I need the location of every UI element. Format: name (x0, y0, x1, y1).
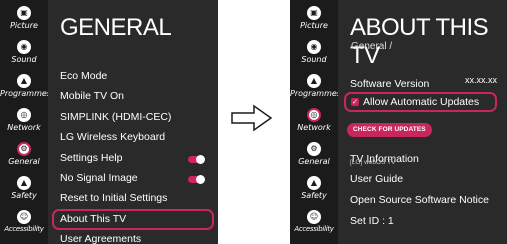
menu-item-simplink-hdmi-cec[interactable]: SIMPLINK (HDMI-CEC) (52, 107, 214, 128)
arrow-right-icon (231, 104, 273, 132)
programmes-icon: ▲ (17, 74, 31, 88)
menu-item-user-agreements[interactable]: User Agreements (52, 229, 214, 244)
sidebar-item-programmes[interactable]: ▲ Programmes (290, 74, 341, 104)
software-version-row: Software Version xx.xx.xx (350, 74, 501, 92)
sidebar-item-sound[interactable]: ◉ Sound (290, 40, 338, 70)
page-title: GENERAL (60, 14, 172, 41)
menu-item-label: SIMPLINK (HDMI-CEC) (60, 110, 172, 123)
accessibility-icon: ☺ (307, 210, 321, 224)
check-for-updates-button[interactable]: CHECK FOR UPDATES (347, 123, 432, 137)
sidebar-item-accessibility[interactable]: ☺ Accessibility (0, 210, 48, 240)
sidebar-item-programmes[interactable]: ▲ Programmes (0, 74, 51, 104)
sidebar-item-label: Programmes (290, 89, 341, 98)
sidebar-item-label: Accessibility (294, 225, 334, 233)
sidebar-item-network[interactable]: ◎ Network (290, 108, 338, 138)
sidebar-item-label: Picture (10, 21, 38, 30)
sidebar-item-label: Picture (300, 21, 328, 30)
settings-sidebar: ▣ Picture ◉ Sound ▲ Programmes ◎ Network ⚙ Genera… (0, 0, 51, 244)
sound-icon: ◉ (17, 40, 31, 54)
sidebar-item-label: Network (297, 123, 331, 132)
open-source-notice-item[interactable]: Open Source Software Notice (350, 190, 501, 208)
menu-item-label: About This TV (60, 212, 127, 225)
checkmark-icon[interactable]: ✓ (351, 98, 359, 106)
sidebar-item-network[interactable]: ◎ Network (0, 108, 48, 138)
general-icon: ⚙ (307, 142, 321, 156)
menu-item-label: Reset to Initial Settings (60, 192, 168, 205)
network-icon: ◎ (307, 108, 321, 122)
safety-icon: ▲ (17, 176, 31, 190)
sidebar-item-general[interactable]: ⚙ General (0, 142, 48, 172)
about-panel: ABOUT THIS TV General / Software Version… (338, 0, 507, 244)
toggle-switch[interactable] (188, 175, 205, 184)
software-version-value: xx.xx.xx (464, 75, 497, 85)
menu-item-reset-to-initial-settings[interactable]: Reset to Initial Settings (52, 188, 214, 209)
sidebar-item-label: Sound (301, 55, 327, 64)
menu-item-label: Eco Mode (60, 70, 108, 82)
sidebar-item-general[interactable]: ⚙ General (290, 142, 338, 172)
sidebar-item-sound[interactable]: ◉ Sound (0, 40, 48, 70)
sound-icon: ◉ (307, 40, 321, 54)
user-guide-item[interactable]: User Guide (350, 169, 501, 187)
sidebar-item-label: Programmes (0, 89, 51, 98)
accessibility-icon: ☺ (17, 210, 31, 224)
sidebar-item-label: Safety (11, 191, 37, 200)
menu-item-eco-mode[interactable]: Eco Mode (52, 66, 214, 87)
allow-automatic-updates-option[interactable]: ✓ Allow Automatic Updates (344, 92, 497, 112)
sidebar-item-label: Network (7, 123, 41, 132)
set-id-item[interactable]: Set ID : 1 (350, 211, 501, 229)
general-menu-panel: GENERAL Eco Mode Mobile TV On SIMPLINK (HD… (48, 0, 218, 244)
programmes-icon: ▲ (307, 74, 321, 88)
network-icon: ◎ (17, 108, 31, 122)
menu-item-settings-help[interactable]: Settings Help (52, 148, 214, 169)
menu-item-label: Settings Help (60, 151, 123, 164)
menu-item-label: User Agreements (60, 233, 142, 244)
set-id-label: Set ID : 1 (350, 215, 394, 227)
webos-tv-label: [LG] webOS TV (350, 159, 396, 166)
picture-icon: ▣ (17, 6, 31, 20)
toggle-switch[interactable] (188, 154, 205, 164)
menu-item-mobile-tv-on[interactable]: Mobile TV On (52, 86, 214, 107)
general-icon: ⚙ (17, 142, 31, 156)
allow-automatic-updates-label: Allow Automatic Updates (363, 96, 480, 108)
general-settings-screen: ▣ Picture ◉ Sound ▲ Programmes ◎ Network ⚙ Genera… (0, 0, 218, 244)
sidebar-item-picture[interactable]: ▣ Picture (0, 6, 48, 36)
settings-sidebar: ▣ Picture ◉ Sound ▲ Programmes ◎ Network ⚙ Genera… (290, 0, 341, 244)
sidebar-item-picture[interactable]: ▣ Picture (290, 6, 338, 36)
about-this-tv-screen: ▣ Picture ◉ Sound ▲ Programmes ◎ Network ⚙ Genera… (290, 0, 507, 244)
user-guide-label: User Guide (350, 173, 404, 185)
sidebar-item-label: Sound (11, 55, 37, 64)
sidebar-item-safety[interactable]: ▲ Safety (290, 176, 338, 206)
open-source-notice-label: Open Source Software Notice (350, 194, 489, 206)
breadcrumb: General / (351, 41, 393, 52)
sidebar-item-label: Safety (301, 191, 327, 200)
sidebar-item-label: General (8, 157, 40, 166)
menu-item-label: Mobile TV On (60, 90, 124, 103)
picture-icon: ▣ (307, 6, 321, 20)
sidebar-item-label: General (298, 157, 330, 166)
menu-item-label: LG Wireless Keyboard (60, 131, 166, 144)
sidebar-item-accessibility[interactable]: ☺ Accessibility (290, 210, 338, 240)
menu-item-about-this-tv[interactable]: About This TV (52, 208, 214, 230)
menu-item-no-signal-image[interactable]: No Signal Image (52, 168, 214, 189)
sidebar-item-safety[interactable]: ▲ Safety (0, 176, 48, 206)
sidebar-item-label: Accessibility (4, 225, 44, 233)
safety-icon: ▲ (307, 176, 321, 190)
software-version-label: Software Version (350, 78, 430, 90)
menu-item-lg-wireless-keyboard[interactable]: LG Wireless Keyboard (52, 127, 214, 148)
menu-item-label: No Signal Image (60, 172, 138, 184)
